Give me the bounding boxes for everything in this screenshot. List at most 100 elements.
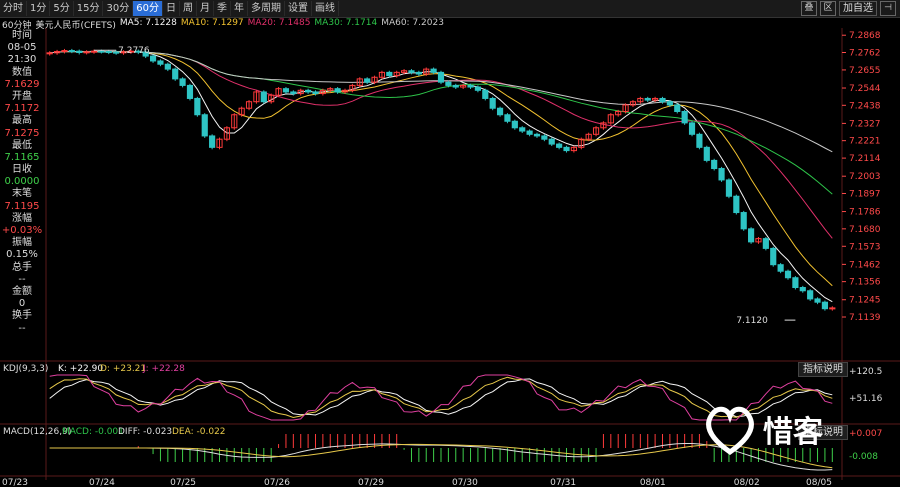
ma-line-ma20 [49,50,833,239]
range-icon[interactable]: 区 [820,1,836,16]
period-tab[interactable]: 分时 [0,1,27,16]
candle-body [482,89,489,99]
sidebar-field: 7.1195 [4,200,40,212]
candle-body [519,127,526,132]
candle-body [105,51,112,54]
macd-macd-value: MACD: -0.001 [62,427,124,437]
sidebar-field: 换手 [12,310,32,322]
sidebar-field: 7.1275 [4,127,40,139]
candle-body [696,133,703,148]
toolbar-right: 叠 区 加自选 ⊣ [801,0,896,17]
candle-body [423,68,430,75]
candle-body [194,97,201,116]
candle-body [666,101,673,106]
price-tick-label: 7.1139 [849,313,881,323]
sidebar-field: 开盘 [12,90,32,102]
period-tab[interactable]: 30分 [103,1,134,16]
candle-body [415,71,422,75]
price-tick-label: 7.2868 [849,31,881,41]
candle-body [629,101,637,106]
candle-body [674,104,681,112]
price-tick-label: 7.1786 [849,208,881,218]
price-tick-label: 7.2762 [849,48,881,58]
heart-icon [706,406,754,456]
period-tab[interactable]: 画线 [312,1,339,16]
period-tab[interactable]: 年 [231,1,248,16]
candle-body [113,51,120,54]
period-tab[interactable]: 周 [180,1,197,16]
period-tab[interactable]: 15分 [74,1,104,16]
add-watchlist-button[interactable]: 加自选 [839,1,877,16]
candle-body [149,55,157,62]
sidebar-field: +0.03% [1,225,43,236]
kdj-help-button[interactable]: 指标说明 [798,362,848,377]
ma-line-ma10 [49,50,833,287]
sidebar-field: 振幅 [12,237,32,249]
date-tick-label: 08/05 [806,478,832,487]
candle-body [474,86,482,91]
candle-body [290,91,297,95]
candle-body [607,114,614,124]
candle-body [460,84,467,88]
candle-body [393,71,400,77]
candle-body [807,290,814,300]
candle-body [821,301,829,310]
kdj-j-value: J: +22.28 [142,364,185,374]
ma20-value: MA20: 7.1485 [247,18,311,28]
sidebar-field: 时间 [12,30,32,41]
ma30-value: MA30: 7.1714 [314,18,378,28]
period-tab[interactable]: 季 [214,1,231,16]
candle-body [98,50,105,53]
candle-body [231,114,238,129]
candle-body [327,88,334,91]
period-tab[interactable]: 1分 [27,1,51,16]
period-tab[interactable]: 设置 [285,1,312,16]
candle-body [814,298,821,303]
date-tick-label: 07/25 [170,478,196,487]
candle-body [68,50,75,53]
candle-body [238,107,245,116]
overlay-icon[interactable]: 叠 [801,1,817,16]
price-tick-label: 7.1897 [849,189,881,199]
sidebar-field: 金额 [12,285,32,297]
candle-body [762,238,769,249]
candle-body [489,97,496,109]
price-tick-label: 7.1356 [849,278,881,288]
period-tab[interactable]: 多周期 [248,1,285,16]
sidebar-field: 末笔 [12,188,32,200]
candle-body [179,78,186,86]
candle-body [142,51,149,57]
date-tick-label: 07/29 [358,478,384,487]
expand-icon[interactable]: ⊣ [880,1,896,16]
candle-body [452,84,459,88]
period-tab[interactable]: 月 [197,1,214,16]
candle-body [245,101,253,109]
candle-body [90,50,98,53]
ma60-value: MA60: 7.2023 [381,18,444,28]
candle-body [275,88,282,96]
candle-body [312,91,319,95]
candle-body [541,135,548,140]
period-tab[interactable]: 60分 [133,1,163,16]
ma-line-ma60 [49,50,833,153]
ma-line-ma30 [49,50,833,195]
sidebar-field: 涨幅 [12,212,32,224]
candle-body [556,143,563,148]
candle-body [371,76,378,83]
candle-body [659,97,666,103]
period-tab[interactable]: 5分 [50,1,74,16]
candle-body [341,89,349,93]
sidebar-field: 21:30 [7,54,37,66]
sidebar-field: 最低 [12,139,32,151]
candle-body [401,70,408,73]
candle-body [268,94,275,103]
candle-body [799,287,806,292]
candle-body [172,68,179,80]
date-tick-label: 08/01 [640,478,666,487]
candle-body [386,71,393,77]
date-tick-label: 08/02 [734,478,760,487]
period-tab[interactable]: 日 [163,1,180,16]
candle-body [533,133,541,137]
kdj-k-value: K: +22.90 [58,364,103,374]
candle-body [622,104,629,112]
